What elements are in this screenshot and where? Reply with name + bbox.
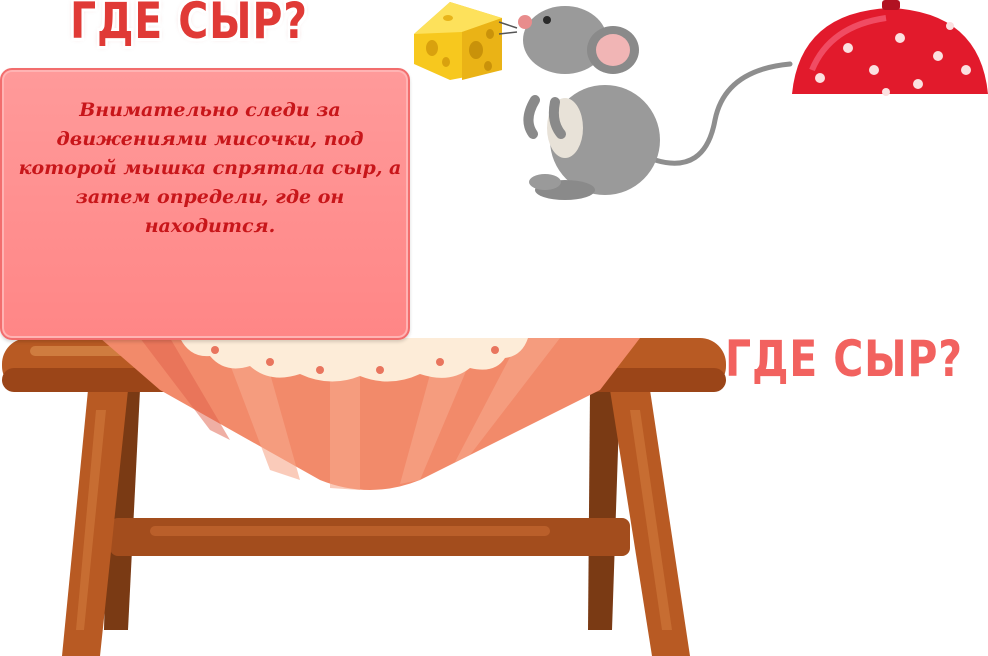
table-illustration <box>2 338 726 656</box>
cheese-icon[interactable] <box>410 0 505 82</box>
mouse-icon[interactable] <box>498 0 795 210</box>
red-lid-icon[interactable] <box>790 0 988 96</box>
title-right-label: ГДЕ СЫР? <box>725 330 963 388</box>
title-heading: ГДЕ СЫР? <box>70 0 308 50</box>
instruction-text: Внимательно следи за движениями мисочки,… <box>18 99 402 237</box>
